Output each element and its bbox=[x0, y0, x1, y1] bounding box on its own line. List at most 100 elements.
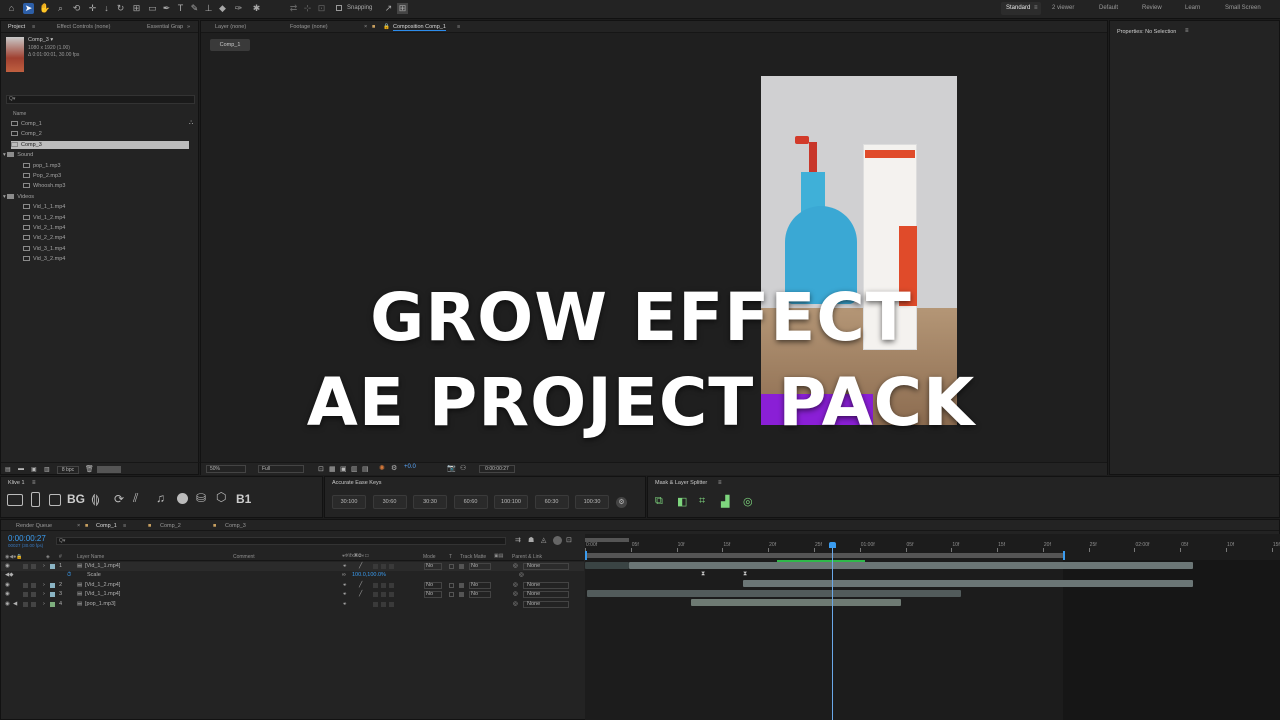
matte-icon[interactable] bbox=[459, 582, 464, 588]
workspace-default[interactable]: Default bbox=[1099, 5, 1118, 11]
project-item-row[interactable]: Vid_2_1.mp4 bbox=[23, 224, 65, 232]
layer-row[interactable]: ◉ › 1 ▤ [Vid_1_1.mp4] ⚹ ╱ No No ◎ None bbox=[1, 562, 584, 571]
workspace-learn[interactable]: Learn bbox=[1185, 5, 1200, 11]
close-icon[interactable]: × bbox=[77, 523, 80, 529]
layer-name[interactable]: [Vid_1_1.mp4] bbox=[85, 590, 120, 599]
label-color-swatch[interactable] bbox=[50, 601, 55, 607]
video-visibility-icon[interactable]: ◉ bbox=[5, 590, 10, 599]
zoom-tool-icon[interactable]: ⌕ bbox=[55, 3, 66, 14]
workspace-2-viewer[interactable]: 2 viewer bbox=[1052, 5, 1074, 11]
move-tool-icon[interactable]: ✛ bbox=[87, 3, 98, 14]
project-item-row[interactable]: Vid_3_2.mp4 bbox=[23, 255, 65, 263]
t-checkbox[interactable] bbox=[449, 592, 454, 598]
track-matte-dropdown[interactable]: No bbox=[469, 581, 491, 589]
solo-toggle[interactable] bbox=[23, 592, 28, 598]
exposure-value[interactable]: +0.0 bbox=[404, 464, 416, 470]
layer-duration-bar[interactable] bbox=[629, 562, 1193, 569]
switch-box[interactable] bbox=[381, 601, 386, 607]
parent-dropdown[interactable]: None bbox=[523, 591, 569, 599]
orbit-tool-icon[interactable]: ⟲ bbox=[71, 3, 82, 14]
layer-name-header[interactable]: Layer Name bbox=[77, 554, 104, 560]
comp-flowchart-icon[interactable]: ⇉ bbox=[515, 536, 521, 544]
matte-icon[interactable] bbox=[459, 592, 464, 598]
rotate-tool-icon[interactable]: ↻ bbox=[115, 3, 126, 14]
rgb-channel-icon[interactable]: ▤ bbox=[362, 465, 369, 473]
panel-more-icon[interactable]: » bbox=[187, 24, 190, 30]
mode-dropdown[interactable]: No bbox=[424, 581, 442, 589]
split-layer-icon[interactable]: ⧉ bbox=[655, 495, 663, 508]
switch-box[interactable] bbox=[389, 564, 394, 569]
eraser-tool-icon[interactable]: ◆ bbox=[217, 3, 228, 14]
project-item-row[interactable]: Pop_2.mp3 bbox=[23, 172, 61, 180]
pick-whip-icon[interactable]: ◎ bbox=[519, 571, 524, 580]
zoom-dropdown[interactable]: 50% bbox=[206, 465, 246, 473]
switch-box[interactable] bbox=[373, 592, 378, 598]
layer-name[interactable]: [Vid_1_1.mp4] bbox=[85, 562, 120, 571]
parent-link-header[interactable]: Parent & Link bbox=[512, 554, 542, 560]
project-search-input[interactable]: Q▾ bbox=[6, 95, 195, 104]
solo-toggle[interactable] bbox=[23, 601, 28, 607]
label-color-swatch[interactable] bbox=[50, 564, 55, 569]
mode-dropdown[interactable]: No bbox=[424, 563, 442, 570]
layer-row[interactable]: ◉ › 3 ▤ [Vid_1_1.mp4] ⚹ ╱ No No ◎ None bbox=[1, 590, 584, 599]
b1-button[interactable]: B1 bbox=[236, 492, 251, 506]
show-snapshot-icon[interactable]: ⚇ bbox=[460, 464, 466, 472]
clone-stamp-tool-icon[interactable]: ⊥ bbox=[203, 3, 214, 14]
tab-layer[interactable]: Layer (none) bbox=[215, 24, 246, 30]
tab-essential-graphics[interactable]: Essential Grap bbox=[147, 24, 183, 30]
parent-dropdown[interactable]: None bbox=[523, 581, 569, 589]
expand-arrow-icon[interactable]: › bbox=[43, 562, 45, 571]
layer-duration-bar[interactable] bbox=[587, 590, 961, 597]
loop-icon[interactable]: ⟳ bbox=[114, 492, 124, 506]
playhead[interactable] bbox=[829, 542, 837, 720]
stopwatch-icon[interactable]: ⏱ bbox=[67, 571, 71, 580]
mode-header[interactable]: Mode bbox=[423, 554, 436, 560]
lock-icon[interactable]: 🔒 bbox=[383, 24, 390, 30]
tab-comp-2[interactable]: Comp_2 bbox=[160, 523, 181, 529]
properties-menu-icon[interactable]: ≡ bbox=[1185, 28, 1189, 34]
layer-duration-bar[interactable] bbox=[691, 599, 901, 606]
pick-whip-icon[interactable]: ◎ bbox=[513, 581, 518, 590]
bpc-button[interactable]: 8 bpc bbox=[57, 466, 79, 474]
tab-render-queue[interactable]: Render Queue bbox=[16, 523, 52, 529]
matte-icon[interactable] bbox=[459, 564, 464, 569]
trash-icon[interactable]: 🗑 bbox=[85, 465, 94, 473]
pick-whip-icon[interactable]: ◎ bbox=[513, 590, 518, 599]
t-checkbox[interactable] bbox=[449, 564, 454, 569]
shy-switch-icon[interactable]: ⚹ bbox=[343, 581, 346, 590]
puppet-pin-tool-icon[interactable]: ✱ bbox=[251, 3, 262, 14]
switch-box[interactable] bbox=[381, 582, 386, 588]
project-item-row[interactable]: Vid_2_2.mp4 bbox=[23, 234, 65, 242]
keyframe-nav-icon[interactable]: ◀◆ bbox=[5, 571, 13, 580]
video-visibility-icon[interactable]: ◉ bbox=[5, 562, 10, 571]
type-tool-icon[interactable]: T bbox=[175, 3, 186, 14]
flowchart-icon[interactable]: ⛬ bbox=[189, 120, 193, 127]
layer-name[interactable]: [pop_1.mp3] bbox=[85, 600, 116, 609]
tab-comp-3[interactable]: Comp_3 bbox=[225, 523, 246, 529]
axis-local-icon[interactable]: ⇄ bbox=[288, 3, 299, 14]
t-checkbox[interactable] bbox=[449, 582, 454, 588]
thumbnail-transparency-swatch[interactable] bbox=[97, 466, 121, 473]
workspace-menu-icon[interactable]: ≡ bbox=[1034, 5, 1038, 11]
switch-box[interactable] bbox=[389, 582, 394, 588]
layer-name[interactable]: [Vid_1_2.mp4] bbox=[85, 581, 120, 590]
snapping-checkbox[interactable] bbox=[336, 5, 342, 11]
work-area-bar[interactable] bbox=[585, 553, 1065, 558]
playhead-handle[interactable] bbox=[829, 542, 837, 548]
ease-button[interactable]: 30:100 bbox=[332, 495, 366, 509]
expand-arrow-icon[interactable]: › bbox=[43, 600, 45, 609]
project-settings-icon[interactable]: ▥ bbox=[44, 466, 50, 473]
expand-arrow-icon[interactable]: › bbox=[43, 590, 45, 599]
square-frame-icon[interactable] bbox=[49, 494, 61, 506]
work-area-start-handle[interactable] bbox=[585, 551, 587, 560]
new-folder-icon[interactable]: ▬ bbox=[18, 466, 24, 472]
workspace-small-screen[interactable]: Small Screen bbox=[1225, 5, 1261, 11]
project-item-row[interactable]: Whoosh.mp3 bbox=[23, 182, 65, 190]
color-settings-icon[interactable]: ⚙ bbox=[391, 464, 397, 472]
pick-whip-icon[interactable]: ◎ bbox=[513, 600, 518, 609]
shy-switch-icon[interactable]: ⚹ bbox=[343, 590, 346, 599]
work-area-end-handle[interactable] bbox=[1063, 551, 1065, 560]
tab-comp-1[interactable]: Comp_1 bbox=[96, 523, 117, 529]
selection-tool-icon[interactable]: ➤ bbox=[23, 3, 34, 14]
tab-project[interactable]: Project bbox=[8, 24, 25, 30]
